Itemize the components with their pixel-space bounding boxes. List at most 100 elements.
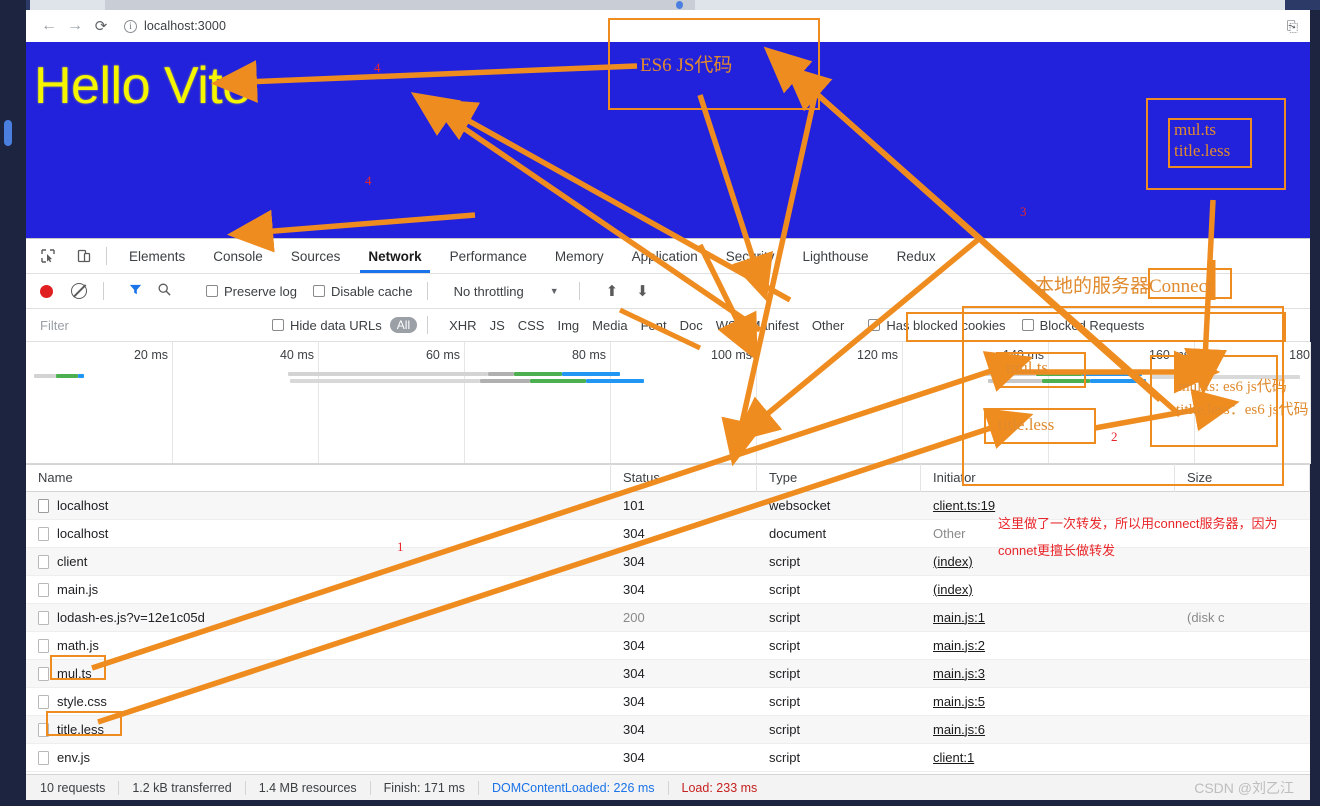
chevron-down-icon[interactable]: ▼ xyxy=(550,286,559,296)
status-resources: 1.4 MB resources xyxy=(246,780,371,795)
file-name-label: style.css xyxy=(57,693,107,709)
blocked-requests-checkbox[interactable]: Blocked Requests xyxy=(1021,317,1145,333)
network-status-bar: 10 requests 1.2 kB transferred 1.4 MB re… xyxy=(26,774,1310,800)
blocked-requests-label: Blocked Requests xyxy=(1039,317,1145,333)
tab-memory[interactable]: Memory xyxy=(541,240,618,273)
filter-type-font[interactable]: Font xyxy=(641,318,667,333)
cell-initiator: (index) xyxy=(933,581,973,597)
has-blocked-cookies-checkbox[interactable]: Has blocked cookies xyxy=(868,318,1006,333)
status-load: Load: 233 ms xyxy=(681,780,758,795)
status-domcontentloaded: DOMContentLoaded: 226 ms xyxy=(479,780,669,795)
file-name-label: title.less xyxy=(57,721,104,737)
site-info-icon[interactable]: i xyxy=(124,19,137,33)
table-row[interactable]: main.js 304 script (index) xyxy=(26,576,1310,604)
preserve-log-box[interactable] xyxy=(206,285,218,297)
page-viewport: Hello Vite xyxy=(26,42,1310,238)
reload-icon[interactable]: ⟳ xyxy=(88,13,114,39)
network-filterbar: Filter Hide data URLs All XHR JS CSS Img… xyxy=(26,309,1310,341)
column-header-initiator[interactable]: Initiator xyxy=(921,464,1175,492)
preserve-log-label: Preserve log xyxy=(224,283,297,299)
tab-elements[interactable]: Elements xyxy=(115,240,199,273)
column-header-status[interactable]: Status xyxy=(611,464,757,492)
table-row[interactable]: localhost 101 websocket client.ts:19 xyxy=(26,492,1310,520)
clear-button[interactable] xyxy=(71,283,87,299)
tab-console[interactable]: Console xyxy=(199,240,277,273)
column-header-type[interactable]: Type xyxy=(757,464,921,492)
file-icon xyxy=(38,666,49,681)
filter-funnel-icon[interactable] xyxy=(128,282,143,300)
cell-name: localhost xyxy=(26,492,611,520)
tab-performance[interactable]: Performance xyxy=(436,240,541,273)
file-icon xyxy=(38,498,49,513)
table-row[interactable]: localhost 304 document Other xyxy=(26,520,1310,548)
blocked-requests-box[interactable] xyxy=(1021,319,1034,331)
network-request-table: Name Status Type Initiator Size localhos… xyxy=(26,464,1310,774)
search-icon[interactable] xyxy=(157,282,172,300)
cell-initiator: main.js:2 xyxy=(933,637,986,653)
hide-data-urls-box[interactable] xyxy=(272,319,284,331)
record-button[interactable] xyxy=(40,284,53,298)
tab-application[interactable]: Application xyxy=(618,240,712,273)
cell-type: script xyxy=(769,637,801,653)
network-controls: Preserve log Disable cache No throttling… xyxy=(26,274,1310,308)
filter-type-all[interactable]: All xyxy=(389,317,418,333)
table-row[interactable]: math.js 304 script main.js:2 xyxy=(26,632,1310,660)
extension-icon[interactable]: ⎘ xyxy=(1287,18,1298,35)
table-row[interactable]: env.js 304 script client:1 xyxy=(26,744,1310,772)
filter-input[interactable]: Filter xyxy=(40,318,268,333)
export-har-icon[interactable]: ⬇ xyxy=(636,282,649,300)
throttling-select[interactable]: No throttling xyxy=(454,284,524,299)
file-name-label: env.js xyxy=(57,749,90,765)
status-finish: Finish: 171 ms xyxy=(371,780,479,795)
hide-data-urls-checkbox[interactable]: Hide data URLs xyxy=(272,318,382,333)
tab-redux[interactable]: Redux xyxy=(883,240,950,273)
filter-type-media[interactable]: Media xyxy=(592,318,627,333)
table-header-row: Name Status Type Initiator Size xyxy=(26,464,1310,492)
filter-type-js[interactable]: JS xyxy=(490,318,505,333)
has-blocked-cookies-box[interactable] xyxy=(868,319,881,331)
file-name-label: mul.ts xyxy=(57,665,92,681)
filter-type-img[interactable]: Img xyxy=(557,318,579,333)
table-row[interactable]: style.css 304 script main.js:5 xyxy=(26,688,1310,716)
tab-network[interactable]: Network xyxy=(354,240,435,273)
page-title: Hello Vite xyxy=(34,57,251,115)
filter-type-ws[interactable]: WS xyxy=(716,318,737,333)
table-row[interactable]: mul.ts 304 script main.js:3 xyxy=(26,660,1310,688)
cell-name: style.css xyxy=(26,688,611,716)
cell-name: title.less xyxy=(26,716,611,744)
device-toolbar-icon[interactable] xyxy=(70,242,98,270)
file-icon xyxy=(38,638,49,653)
tick-label-40ms: 40 ms xyxy=(279,348,314,362)
cell-name: main.js xyxy=(26,576,611,604)
column-header-name[interactable]: Name xyxy=(26,464,611,492)
cell-status: 304 xyxy=(623,749,645,765)
tab-lighthouse[interactable]: Lighthouse xyxy=(789,240,883,273)
cell-status: 304 xyxy=(623,721,645,737)
filter-type-manifest[interactable]: Manifest xyxy=(750,318,799,333)
cell-type: script xyxy=(769,665,801,681)
status-requests: 10 requests xyxy=(26,780,120,795)
disable-cache-checkbox[interactable]: Disable cache xyxy=(312,284,413,299)
import-har-icon[interactable]: ⬆ xyxy=(606,282,619,300)
tab-sources[interactable]: Sources xyxy=(277,240,355,273)
table-row[interactable]: title.less 304 script main.js:6 xyxy=(26,716,1310,744)
cell-status: 304 xyxy=(623,581,645,597)
table-row[interactable]: lodash-es.js?v=12e1c05d 200 script main.js:… xyxy=(26,604,1310,632)
preserve-log-checkbox[interactable]: Preserve log xyxy=(206,284,297,299)
forward-icon[interactable]: → xyxy=(62,13,88,39)
back-icon[interactable]: ← xyxy=(36,13,62,39)
tick-label-180ms: 180 xyxy=(1289,348,1310,362)
column-header-size[interactable]: Size xyxy=(1175,464,1310,492)
filter-type-other[interactable]: Other xyxy=(812,318,845,333)
tick-label-140ms: 140 ms xyxy=(1003,348,1044,362)
filter-type-xhr[interactable]: XHR xyxy=(449,318,476,333)
filter-type-doc[interactable]: Doc xyxy=(680,318,703,333)
inspect-element-icon[interactable] xyxy=(34,242,62,270)
tick-label-120ms: 120 ms xyxy=(857,348,898,362)
tab-security[interactable]: Security xyxy=(712,240,789,273)
address-bar[interactable]: i localhost:3000 xyxy=(124,19,226,33)
table-row[interactable]: client 304 script (index) xyxy=(26,548,1310,576)
filter-type-css[interactable]: CSS xyxy=(518,318,545,333)
disable-cache-box[interactable] xyxy=(312,285,325,297)
network-overview-timeline[interactable]: 20 ms 40 ms 60 ms 80 ms 100 ms 120 ms 14… xyxy=(26,342,1311,464)
